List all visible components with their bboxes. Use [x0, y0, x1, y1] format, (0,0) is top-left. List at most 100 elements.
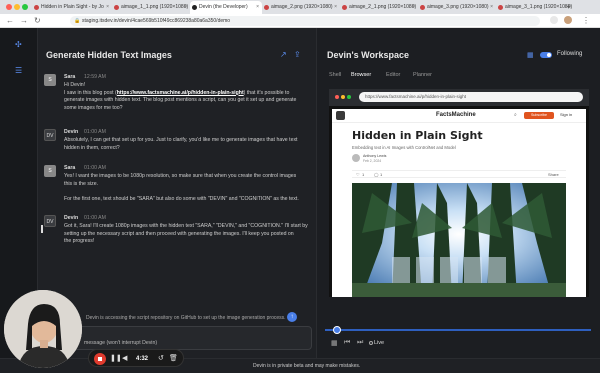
stop-recording-button[interactable]	[94, 353, 106, 365]
search-icon[interactable]: ⌕	[514, 112, 517, 118]
forward-icon[interactable]: →	[20, 15, 28, 27]
publish-date: Feb 2, 2024	[363, 159, 382, 163]
grid-layout-icon[interactable]: ▦	[527, 51, 534, 59]
article-subtitle: Embedding text in AI Images with Control…	[352, 145, 456, 150]
site-name[interactable]: FactsMachine	[436, 112, 476, 118]
share-icon[interactable]: ⇪	[294, 50, 301, 59]
browser-tab[interactable]: Hidden in Plain Sight - by Jo ×	[32, 1, 112, 14]
drag-handle[interactable]	[41, 225, 43, 233]
tab-favicon-icon	[498, 5, 503, 10]
back-icon[interactable]: ←	[6, 15, 14, 27]
tab-shell[interactable]: Shell	[329, 72, 341, 78]
tab-planner[interactable]: Planner	[413, 72, 432, 78]
delete-icon[interactable]: 🗑	[169, 353, 178, 365]
playback-progress[interactable]	[325, 329, 591, 331]
reload-icon[interactable]: ↻	[34, 15, 41, 27]
embedded-close-dot	[335, 95, 339, 99]
profile-avatar[interactable]	[564, 16, 572, 24]
maximize-window-button[interactable]	[22, 4, 28, 10]
tab-favicon-icon	[34, 5, 39, 10]
author-name[interactable]: Anthony Lewis	[363, 154, 386, 158]
restart-icon[interactable]: ↺	[158, 353, 164, 365]
forest-image-with-hidden-text	[352, 183, 566, 297]
embedded-url-field[interactable]: https://www.factsmachine.ai/p/hidden-in-…	[359, 92, 583, 102]
article-actions: ♡ 1 ◯ 1 Share	[352, 170, 566, 178]
close-tab-icon[interactable]: ×	[256, 1, 259, 14]
footer-disclaimer: Devin is in private beta and may make mi…	[253, 363, 361, 369]
message-line: Yes! I want the images to be 1080p resol…	[64, 173, 297, 179]
site-logo[interactable]	[336, 111, 345, 120]
chat-title: Generate Hidden Text Images	[46, 50, 172, 60]
message-text: I saw in this blog post (	[64, 89, 117, 96]
web-page: FactsMachine ⌕ Subscribe Sign in Hidden …	[332, 109, 586, 297]
workspace-panel: Devin's Workspace ▦ Following Shell Brow…	[316, 28, 600, 373]
close-tab-icon[interactable]: ×	[184, 1, 187, 14]
tab-label: aimage_3.png (1920×1080)	[427, 4, 489, 10]
url-field[interactable]: 🔒 staging.itsdev.in/devin/4cae569b510f49…	[70, 16, 540, 26]
tab-label: aimage_1_1.png (1920×1080)	[121, 4, 189, 10]
message-input[interactable]	[44, 326, 312, 350]
extension-icon[interactable]	[550, 16, 558, 24]
author-avatar[interactable]	[352, 154, 360, 162]
tab-browser[interactable]: Browser	[351, 72, 371, 78]
browser-tab-bar: Hidden in Plain Sight - by Jo × aimage_1_1…	[0, 0, 600, 14]
message-line: For the first one, text should be "SARA"…	[64, 195, 299, 202]
playback-scrubber[interactable]	[333, 326, 341, 334]
following-label: Following	[557, 51, 583, 57]
list-menu-icon[interactable]: ☰	[15, 66, 22, 75]
message-line: this is the size.	[64, 180, 99, 187]
send-button[interactable]: ↑	[287, 312, 297, 322]
embedded-maximize-dot	[347, 95, 351, 99]
tab-favicon-icon	[192, 5, 197, 10]
close-tab-icon[interactable]: ×	[334, 1, 337, 14]
browser-tab[interactable]: aimage_3_1.png (1920×1080) ×	[496, 1, 574, 14]
message-line: hidden in them, correct?	[64, 144, 120, 151]
skip-back-icon[interactable]: ⏮	[344, 339, 350, 347]
skip-forward-icon[interactable]: ⏭	[357, 339, 363, 347]
devin-app: ✣ ☰ Generate Hidden Text Images ↗ ⇪ S Sa…	[0, 28, 600, 373]
sign-in-link[interactable]: Sign in	[560, 112, 572, 117]
subscribe-button[interactable]: Subscribe	[524, 112, 554, 119]
message-line: some images for me too?	[64, 104, 123, 111]
menu-kebab-icon[interactable]: ⋮	[582, 15, 590, 27]
new-tab-button[interactable]: +	[566, 1, 571, 13]
message-text: ) that it's possible to	[243, 89, 290, 96]
browser-tab[interactable]: Devin (the Developer) ×	[190, 1, 262, 14]
close-tab-icon[interactable]: ×	[490, 1, 493, 14]
browser-tab[interactable]: aimage_3.png (1920×1080) ×	[418, 1, 496, 14]
tab-favicon-icon	[342, 5, 347, 10]
devin-logo-icon[interactable]: ✣	[15, 40, 22, 49]
browser-tab[interactable]: aimage_1_1.png (1920×1080) ×	[112, 1, 190, 14]
live-indicator	[369, 341, 373, 345]
message-author: Devin	[64, 215, 79, 221]
message-line: setting up the necessary script and then…	[64, 230, 294, 237]
url-text: staging.itsdev.in/devin/4cae569b510f49cc…	[82, 18, 231, 24]
close-tab-icon[interactable]: ×	[106, 1, 109, 14]
blog-post-link[interactable]: https://www.factsmachine.ai/p/hidden-in-…	[117, 90, 244, 96]
layout-icon[interactable]: ▦	[331, 339, 338, 347]
user-avatar: S	[44, 165, 56, 177]
message-author: Sara	[64, 74, 76, 80]
minimize-window-button[interactable]	[14, 4, 20, 10]
pause-icon[interactable]: ❚❚	[110, 353, 122, 365]
comment-icon[interactable]: ◯	[374, 172, 378, 177]
browser-tab[interactable]: aimage_2_1.png (1920×1080) ×	[340, 1, 418, 14]
workspace-title: Devin's Workspace	[327, 50, 410, 60]
message-line: the progress!	[64, 238, 95, 245]
comment-count: 1	[380, 172, 383, 177]
tab-favicon-icon	[264, 5, 269, 10]
close-tab-icon[interactable]: ×	[412, 1, 415, 14]
mute-icon[interactable]: ◀	[122, 353, 127, 365]
tab-label: aimage_2.png (1920×1080)	[271, 4, 333, 10]
live-label[interactable]: Live	[374, 340, 384, 346]
webcam-overlay[interactable]	[4, 290, 82, 368]
embedded-browser-bar: https://www.factsmachine.ai/p/hidden-in-…	[329, 89, 589, 106]
like-icon[interactable]: ♡	[356, 172, 360, 177]
close-window-button[interactable]	[6, 4, 12, 10]
message-line: generate images with hidden text. The bl…	[64, 97, 297, 104]
share-link[interactable]: Share	[548, 172, 559, 177]
browser-tab[interactable]: aimage_2.png (1920×1080) ×	[262, 1, 340, 14]
trend-chart-icon[interactable]: ↗	[280, 50, 287, 59]
tab-editor[interactable]: Editor	[386, 72, 400, 78]
following-toggle[interactable]	[540, 52, 552, 58]
